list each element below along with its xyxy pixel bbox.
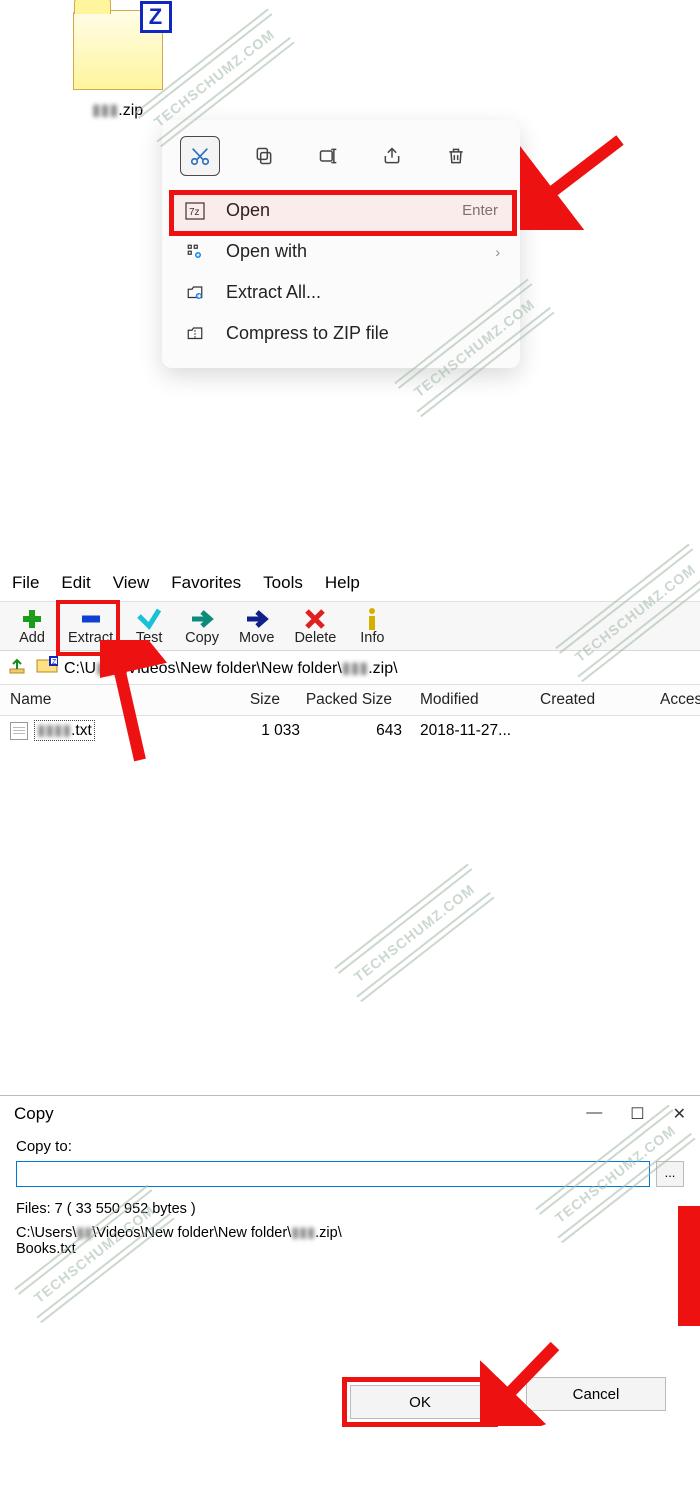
- close-button[interactable]: ✕: [673, 1104, 686, 1124]
- menu-item-extract-all[interactable]: Extract All...: [162, 272, 520, 313]
- dialog-title: Copy: [14, 1104, 54, 1124]
- arrow-right-navy-icon: [244, 608, 270, 630]
- cell-packed: 643: [300, 722, 420, 740]
- menu-open-shortcut: Enter: [462, 202, 498, 219]
- col-created[interactable]: Created: [530, 685, 650, 715]
- menu-compress-label: Compress to ZIP file: [226, 323, 389, 344]
- check-icon: [136, 608, 162, 630]
- arrow-right-teal-icon: [189, 608, 215, 630]
- cut-icon[interactable]: [180, 136, 220, 176]
- copy-to-input[interactable]: [16, 1161, 650, 1187]
- zip-overlay-z-icon: Z: [140, 1, 172, 33]
- menubar: File Edit View Favorites Tools Help: [0, 565, 700, 601]
- extract-all-icon: [184, 284, 206, 302]
- toolbar-delete[interactable]: Delete: [284, 604, 346, 650]
- path-line: C:\Users\▮▮\Videos\New folder\New folder…: [16, 1225, 684, 1257]
- col-packed[interactable]: Packed Size: [290, 685, 410, 715]
- 7z-icon: 7z: [184, 202, 206, 220]
- minus-icon: [78, 608, 104, 630]
- toolbar-add[interactable]: Add: [6, 604, 58, 650]
- up-folder-icon[interactable]: [8, 655, 30, 680]
- menu-item-open-with[interactable]: Open with ›: [162, 231, 520, 272]
- menu-file[interactable]: File: [12, 573, 39, 593]
- copy-to-label: Copy to:: [16, 1138, 684, 1155]
- browse-button[interactable]: ...: [656, 1161, 684, 1187]
- menu-help[interactable]: Help: [325, 573, 360, 593]
- highlight-ok: OK: [342, 1377, 498, 1427]
- info-icon: [359, 608, 385, 630]
- red-arrow-annotation: [100, 640, 170, 770]
- file-name: ▮▮▮▮.txt: [34, 720, 95, 741]
- cell-modified: 2018-11-27...: [420, 722, 540, 740]
- red-arrow-annotation: [670, 1206, 700, 1326]
- share-icon[interactable]: [372, 136, 412, 176]
- menu-item-open[interactable]: 7z Open Enter: [162, 190, 520, 231]
- menu-open-with-label: Open with: [226, 241, 307, 262]
- listed-file: Books.txt: [16, 1241, 76, 1257]
- text-file-icon: [10, 722, 28, 740]
- files-summary: Files: 7 ( 33 550 952 bytes ): [16, 1201, 684, 1217]
- minimize-button[interactable]: —: [586, 1104, 602, 1124]
- menu-tools[interactable]: Tools: [263, 573, 303, 593]
- toolbar-move[interactable]: Move: [229, 604, 284, 650]
- toolbar-copy[interactable]: Copy: [175, 604, 229, 650]
- red-arrow-annotation: [520, 130, 640, 230]
- chevron-right-icon: ›: [495, 244, 500, 260]
- folder-icon: Z: [36, 656, 58, 679]
- watermark: TECHSCHUMZ.COM: [351, 881, 478, 985]
- cell-size: 1 033: [210, 722, 300, 740]
- maximize-button[interactable]: ☐: [630, 1104, 644, 1124]
- menu-view[interactable]: View: [113, 573, 150, 593]
- delete-icon[interactable]: [436, 136, 476, 176]
- ok-button[interactable]: OK: [350, 1385, 490, 1419]
- zip-folder-icon: Z: [73, 10, 163, 90]
- col-modified[interactable]: Modified: [410, 685, 530, 715]
- menu-open-label: Open: [226, 200, 270, 221]
- zip-file[interactable]: Z ▮▮▮.zip: [50, 10, 185, 120]
- context-menu: 7z Open Enter Open with › Extract All...…: [162, 120, 520, 368]
- toolbar-info[interactable]: Info: [346, 604, 398, 650]
- rename-icon[interactable]: [308, 136, 348, 176]
- copy-icon[interactable]: [244, 136, 284, 176]
- menu-extract-all-label: Extract All...: [226, 282, 321, 303]
- menu-favorites[interactable]: Favorites: [171, 573, 241, 593]
- menu-item-compress[interactable]: Compress to ZIP file: [162, 313, 520, 354]
- red-arrow-annotation: [480, 1336, 570, 1426]
- menu-edit[interactable]: Edit: [61, 573, 90, 593]
- col-size[interactable]: Size: [200, 685, 290, 715]
- compress-icon: [184, 325, 206, 343]
- col-accessed[interactable]: Acces: [650, 685, 700, 715]
- svg-text:7z: 7z: [189, 207, 200, 218]
- zip-file-label: ▮▮▮.zip: [50, 100, 185, 120]
- plus-icon: [19, 608, 45, 630]
- x-icon: [302, 608, 328, 630]
- svg-text:Z: Z: [52, 659, 57, 666]
- open-with-icon: [184, 243, 206, 261]
- dialog-titlebar: Copy — ☐ ✕: [0, 1096, 700, 1132]
